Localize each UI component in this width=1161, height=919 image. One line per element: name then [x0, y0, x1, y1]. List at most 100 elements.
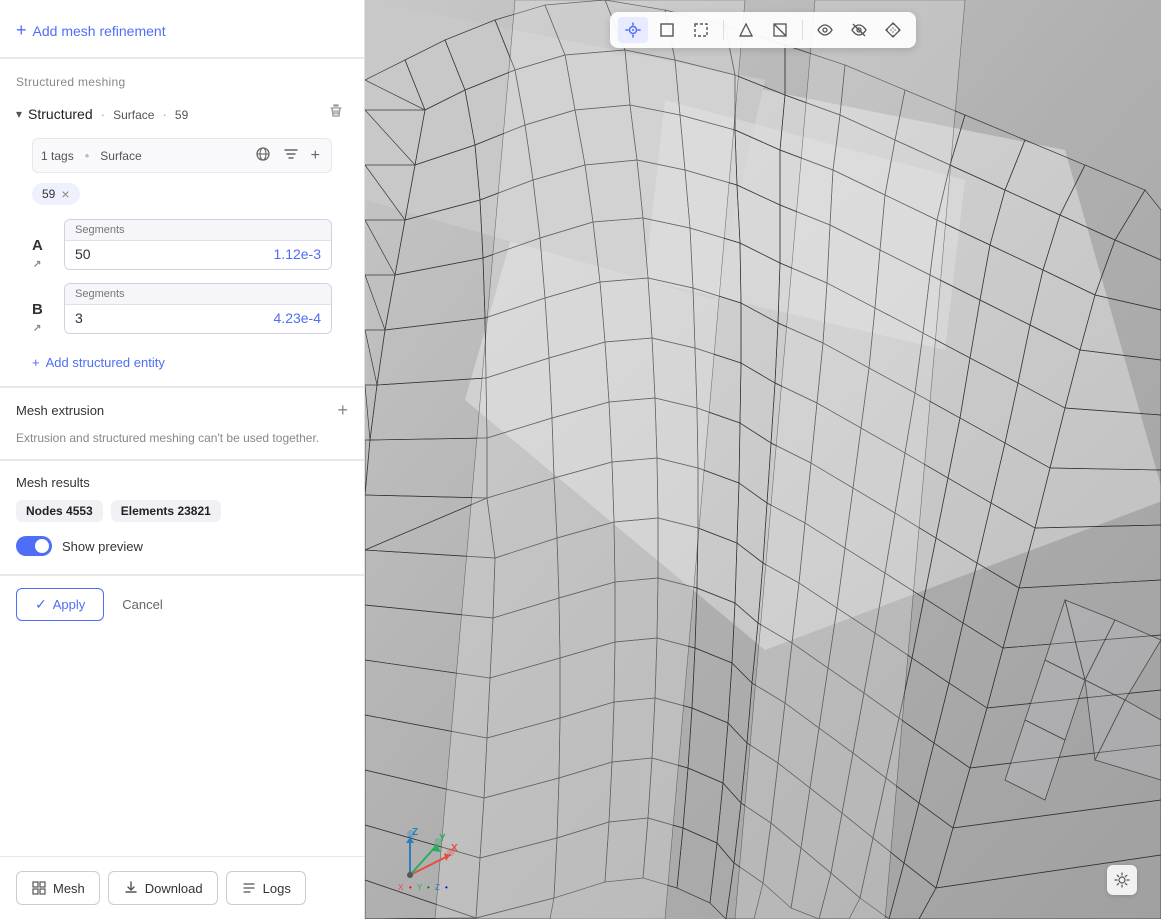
mesh-icon	[31, 880, 47, 896]
extrusion-warning: Extrusion and structured meshing can't b…	[16, 429, 348, 447]
svg-text:Z: Z	[435, 883, 440, 892]
filter-icon-btn[interactable]	[280, 145, 302, 166]
structured-meshing-inner: 1 tags • Surface	[16, 138, 348, 386]
show-preview-toggle[interactable]	[16, 536, 52, 556]
vp-lasso-btn[interactable]	[686, 17, 716, 43]
svg-text:•: •	[427, 883, 430, 892]
apply-cancel-row: ✓ Apply Cancel	[0, 575, 364, 633]
mesh-button[interactable]: Mesh	[16, 871, 100, 905]
plus-tag-icon: +	[311, 147, 320, 164]
structured-header-left: ▾ Structured · Surface · 59	[16, 106, 188, 122]
chevron-down-icon[interactable]: ▾	[16, 107, 22, 121]
vp-vertex-btn[interactable]	[731, 17, 761, 43]
mesh-extrusion-label: Mesh extrusion	[16, 403, 104, 418]
mesh-results-label: Mesh results	[16, 475, 348, 490]
axis-b-field[interactable]: Segments 3 4.23e-4	[64, 283, 332, 334]
structured-meshing-section: Structured meshing ▾ Structured · Surfac…	[0, 59, 364, 386]
axis-a-block: A ↗ Segments 50 1.12e-3	[32, 219, 332, 271]
toggle-slider	[16, 536, 52, 556]
lasso-icon	[692, 21, 710, 39]
svg-text:•: •	[409, 883, 412, 892]
show-preview-row: Show preview	[16, 536, 348, 556]
axis-a-segments-count: 50	[75, 246, 91, 262]
tag-chip-close-btn[interactable]: ×	[61, 186, 69, 202]
sidebar: + Add mesh refinement Structured meshing…	[0, 0, 365, 919]
delete-button[interactable]	[324, 101, 348, 126]
structured-header: ▾ Structured · Surface · 59	[16, 101, 348, 126]
add-structured-entity-label: Add structured entity	[46, 355, 165, 370]
structured-meshing-label: Structured meshing	[16, 75, 348, 89]
vp-box-select-btn[interactable]	[652, 17, 682, 43]
svg-text:Y: Y	[417, 883, 423, 892]
axis-a-segments-row: 50 1.12e-3	[65, 241, 331, 269]
surface-text: Surface	[100, 149, 141, 163]
svg-text:X: X	[398, 883, 404, 892]
bullet-sep: •	[85, 148, 90, 163]
download-button[interactable]: Download	[108, 871, 218, 905]
box-select-icon	[658, 21, 676, 39]
structured-title: Structured · Surface · 59	[28, 106, 188, 122]
vp-view1-btn[interactable]	[810, 17, 840, 43]
mesh-results-chips: Nodes 4553 Elements 23821	[16, 500, 348, 522]
viewport-toolbar	[610, 12, 916, 48]
tags-label: 1 tags	[41, 149, 74, 163]
logs-icon	[241, 880, 257, 896]
vp-edge-btn[interactable]	[765, 17, 795, 43]
bottom-right-icon-btn[interactable]	[1107, 865, 1137, 895]
nodes-chip: Nodes 4553	[16, 500, 103, 522]
settings-icon	[1114, 872, 1130, 888]
mesh-results-section: Mesh results Nodes 4553 Elements 23821 S…	[0, 460, 364, 574]
bottom-toolbar: Mesh Download Logs	[0, 856, 364, 919]
globe-icon-btn[interactable]	[252, 145, 274, 166]
add-mesh-refinement-label: Add mesh refinement	[33, 23, 166, 39]
add-mesh-refinement-button[interactable]: + Add mesh refinement	[16, 16, 166, 45]
plus-icon: +	[16, 20, 27, 41]
vp-view2-btn[interactable]	[844, 17, 874, 43]
elements-chip: Elements 23821	[111, 500, 221, 522]
svg-text:•: •	[445, 883, 448, 892]
extrusion-header: Mesh extrusion +	[16, 400, 348, 421]
axis-b-icon: ↗	[33, 323, 41, 334]
extrusion-plus-btn[interactable]: +	[337, 400, 348, 421]
axis-b-block: B ↗ Segments 3 4.23e-4	[32, 283, 332, 335]
mesh-visualization	[365, 0, 1161, 919]
trash-icon	[328, 103, 344, 119]
axis-b-label: B ↗	[32, 301, 54, 335]
axis-a-segments-value: 1.12e-3	[274, 246, 321, 262]
add-tag-btn[interactable]: +	[308, 145, 323, 166]
mesh-extrusion-section: Mesh extrusion + Extrusion and structure…	[0, 387, 364, 459]
axis-b-segments-count: 3	[75, 310, 83, 326]
filter-icon	[283, 146, 299, 162]
show-preview-label: Show preview	[62, 539, 143, 554]
eye-icon	[816, 21, 834, 39]
vp-camera-btn[interactable]	[618, 17, 648, 43]
viewport: X Y Z X • Y • Z •	[365, 0, 1161, 919]
axis-a-segments-header: Segments	[65, 220, 331, 241]
eye-slash-icon	[850, 21, 868, 39]
axis-b-segments-header: Segments	[65, 284, 331, 305]
axis-b-segments-row: 3 4.23e-4	[65, 305, 331, 333]
vp-filter-btn[interactable]	[878, 17, 908, 43]
add-structured-entity-button[interactable]: + Add structured entity	[32, 347, 165, 386]
apply-label: Apply	[53, 597, 86, 612]
mesh-label: Mesh	[53, 881, 85, 896]
cancel-label: Cancel	[122, 597, 162, 612]
vertex-icon	[737, 21, 755, 39]
tag-chip-59: 59 ×	[32, 183, 80, 205]
axis-a-label: A ↗	[32, 237, 54, 271]
vp-sep-1	[723, 20, 724, 40]
logs-button[interactable]: Logs	[226, 871, 306, 905]
camera-icon	[624, 21, 642, 39]
vp-sep-2	[802, 20, 803, 40]
download-icon	[123, 880, 139, 896]
tags-actions: +	[252, 145, 323, 166]
axis-a-field[interactable]: Segments 50 1.12e-3	[64, 219, 332, 270]
edge-icon	[771, 21, 789, 39]
axis-a-icon: ↗	[33, 259, 41, 270]
axis-b-segments-value: 4.23e-4	[274, 310, 321, 326]
logs-label: Logs	[263, 881, 291, 896]
cancel-button[interactable]: Cancel	[114, 590, 170, 619]
globe-icon	[255, 146, 271, 162]
apply-button[interactable]: ✓ Apply	[16, 588, 104, 621]
download-label: Download	[145, 881, 203, 896]
